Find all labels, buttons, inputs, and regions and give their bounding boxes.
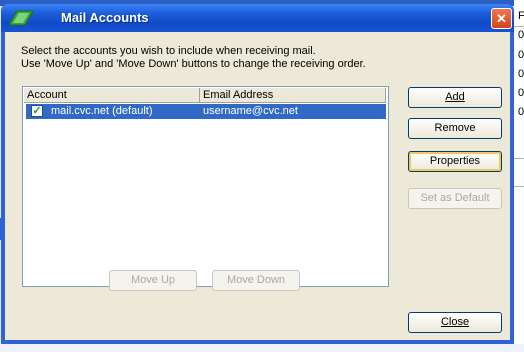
properties-button-label: Properties	[429, 155, 481, 167]
dialog-client-area: Select the accounts you wish to include …	[5, 32, 510, 340]
background-row: 0	[518, 68, 524, 80]
account-row[interactable]: ✓ mail.cvc.net (default) username@cvc.ne…	[26, 104, 386, 119]
background-row: 0	[518, 49, 524, 61]
account-name: mail.cvc.net (default)	[51, 105, 153, 117]
set-as-default-button[interactable]: Set as Default	[408, 188, 502, 209]
remove-button[interactable]: Remove	[408, 118, 502, 139]
instruction-line-1: Select the accounts you wish to include …	[21, 45, 316, 57]
column-header-email[interactable]: Email Address	[200, 88, 386, 103]
move-down-button-label: Move Down	[226, 274, 286, 286]
mail-accounts-dialog: Mail Accounts ✕ Select the accounts you …	[1, 4, 514, 344]
mail-app-icon	[8, 10, 34, 26]
background-row: 0	[518, 106, 524, 118]
instruction-line-2: Use 'Move Up' and 'Move Down' buttons to…	[21, 58, 366, 70]
close-window-button[interactable]: ✕	[491, 8, 512, 29]
accounts-list[interactable]: Account Email Address ✓ mail.cvc.net (de…	[22, 86, 389, 287]
background-app-column: F 0 0 0 0 0	[514, 0, 524, 352]
dialog-title: Mail Accounts	[61, 10, 149, 25]
set-as-default-button-label: Set as Default	[420, 192, 490, 204]
checkmark-icon: ✓	[32, 105, 42, 117]
background-row: 0	[518, 29, 524, 41]
move-down-button[interactable]: Move Down	[212, 270, 300, 291]
account-checkbox[interactable]: ✓	[31, 105, 43, 117]
background-row: 0	[518, 87, 524, 99]
remove-button-label: Remove	[434, 122, 476, 134]
background-divider	[514, 26, 524, 27]
account-email: username@cvc.net	[203, 105, 298, 117]
close-button-label: Close	[440, 316, 470, 328]
add-button-label: Add	[445, 91, 465, 103]
move-up-button-label: Move Up	[130, 274, 176, 286]
background-row: F	[518, 10, 524, 22]
close-button[interactable]: Close	[408, 312, 502, 333]
column-header-account[interactable]: Account	[24, 88, 200, 103]
background-divider	[514, 186, 524, 187]
properties-button[interactable]: Properties	[408, 151, 502, 172]
background-bottom-strip	[0, 344, 524, 352]
close-icon: ✕	[496, 11, 507, 26]
title-bar[interactable]: Mail Accounts ✕	[1, 4, 514, 32]
move-up-button[interactable]: Move Up	[109, 270, 197, 291]
add-button[interactable]: Add	[408, 87, 502, 108]
background-divider	[514, 158, 524, 159]
